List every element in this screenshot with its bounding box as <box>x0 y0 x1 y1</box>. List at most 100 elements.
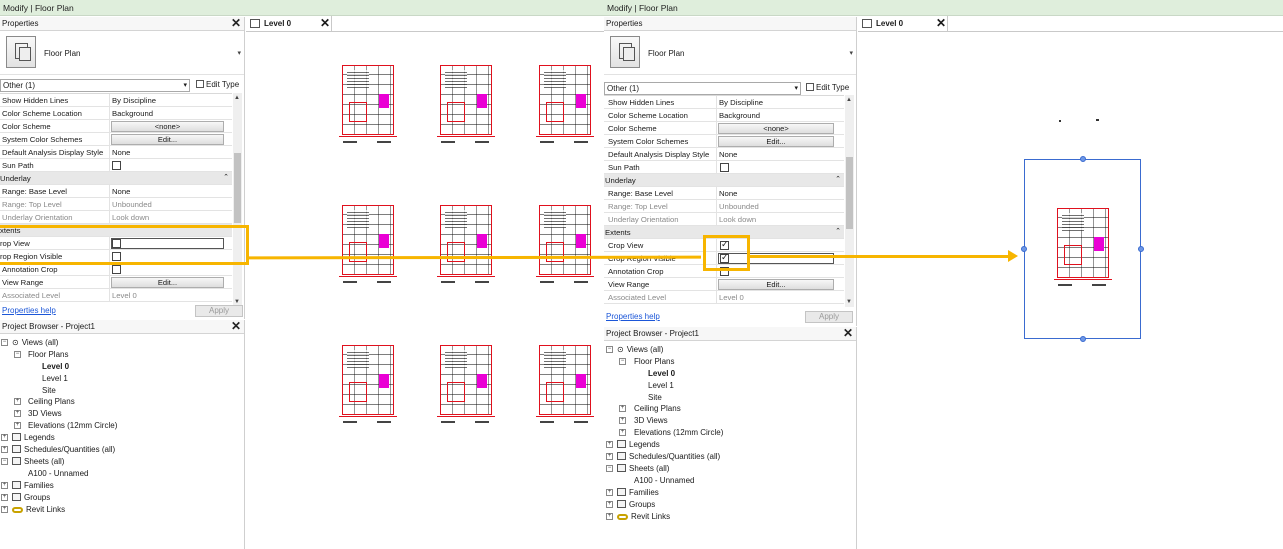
type-selector[interactable]: Floor Plan ▾ <box>0 31 244 75</box>
tree-groups[interactable]: Groups <box>12 493 50 502</box>
section-underlay[interactable]: Underlay ⌃ <box>604 174 844 187</box>
tree-legends[interactable]: Legends <box>12 433 55 442</box>
expand-toggle[interactable]: + <box>1 506 8 513</box>
properties-scrollbar[interactable]: ▲ ▼ <box>233 93 242 307</box>
collapse-icon[interactable]: ⌃ <box>835 227 841 235</box>
prop-value[interactable]: None <box>112 148 130 157</box>
prop-value[interactable]: None <box>719 150 737 159</box>
annotation-crop-checkbox[interactable] <box>112 265 121 274</box>
expand-toggle[interactable]: + <box>606 441 613 448</box>
view-range-edit-button[interactable]: Edit... <box>718 279 834 290</box>
tree-level-1[interactable]: Level 1 <box>42 374 68 383</box>
tab-level-0[interactable]: Level 0 ✕ <box>246 16 332 32</box>
apply-button[interactable]: Apply <box>195 305 243 317</box>
tree-3d-views[interactable]: 3D Views <box>634 416 668 425</box>
system-color-schemes-edit-button[interactable]: Edit... <box>718 136 834 147</box>
tree-families[interactable]: Families <box>12 481 54 490</box>
tree-level-1[interactable]: Level 1 <box>648 381 674 390</box>
expand-toggle[interactable]: + <box>1 482 8 489</box>
properties-scrollbar[interactable]: ▲ ▼ <box>845 95 854 307</box>
tree-views[interactable]: ⊙ Views (all) <box>617 345 663 354</box>
expand-toggle[interactable]: + <box>606 513 613 520</box>
collapse-toggle[interactable]: − <box>606 465 613 472</box>
properties-help-link[interactable]: Properties help <box>2 306 56 315</box>
chevron-down-icon[interactable]: ▾ <box>849 49 853 57</box>
expand-toggle[interactable]: + <box>1 434 8 441</box>
close-icon[interactable]: ✕ <box>843 327 853 340</box>
prop-value[interactable]: None <box>112 187 130 196</box>
collapse-icon[interactable]: ⌃ <box>835 175 841 183</box>
crop-grip[interactable] <box>1080 156 1086 162</box>
tree-site[interactable]: Site <box>648 393 662 402</box>
tree-site[interactable]: Site <box>42 386 56 395</box>
system-color-schemes-edit-button[interactable]: Edit... <box>111 134 224 145</box>
tree-3d-views[interactable]: 3D Views <box>28 409 62 418</box>
tree-level-0[interactable]: Level 0 <box>648 369 675 378</box>
collapse-icon[interactable]: ⌃ <box>223 173 229 181</box>
tree-schedules[interactable]: Schedules/Quantities (all) <box>617 452 720 461</box>
expand-toggle[interactable]: + <box>619 429 626 436</box>
expand-toggle[interactable]: + <box>606 453 613 460</box>
sun-path-checkbox[interactable] <box>720 163 729 172</box>
tree-level-0[interactable]: Level 0 <box>42 362 69 371</box>
prop-value[interactable]: By Discipline <box>112 96 156 105</box>
tab-level-0[interactable]: Level 0 ✕ <box>858 16 948 32</box>
close-icon[interactable]: ✕ <box>936 16 946 30</box>
view-range-edit-button[interactable]: Edit... <box>111 277 224 288</box>
tree-sheets[interactable]: Sheets (all) <box>12 457 64 466</box>
prop-value[interactable]: Background <box>719 111 760 120</box>
tree-sheet-a100[interactable]: A100 - Unnamed <box>634 476 694 485</box>
expand-toggle[interactable]: + <box>1 494 8 501</box>
tree-schedules[interactable]: Schedules/Quantities (all) <box>12 445 115 454</box>
edit-type-button[interactable]: Edit Type <box>196 80 239 89</box>
apply-button[interactable]: Apply <box>805 311 853 323</box>
tree-elevations[interactable]: Elevations (12mm Circle) <box>634 428 723 437</box>
prop-value[interactable]: By Discipline <box>719 98 763 107</box>
expand-toggle[interactable]: + <box>606 501 613 508</box>
tree-ceiling-plans[interactable]: Ceiling Plans <box>634 404 681 413</box>
tree-groups[interactable]: Groups <box>617 500 655 509</box>
scroll-thumb[interactable] <box>234 153 241 223</box>
crop-grip[interactable] <box>1080 336 1086 342</box>
collapse-toggle[interactable]: − <box>1 339 8 346</box>
drawing-canvas[interactable] <box>858 33 1283 549</box>
tree-families[interactable]: Families <box>617 488 659 497</box>
prop-value[interactable]: Background <box>112 109 153 118</box>
scroll-up-icon[interactable]: ▲ <box>234 95 240 101</box>
tree-ceiling-plans[interactable]: Ceiling Plans <box>28 397 75 406</box>
chevron-down-icon[interactable]: ▾ <box>237 49 241 57</box>
scroll-down-icon[interactable]: ▼ <box>846 299 852 305</box>
tree-legends[interactable]: Legends <box>617 440 660 449</box>
section-underlay[interactable]: Underlay ⌃ <box>0 172 232 185</box>
color-scheme-button[interactable]: <none> <box>111 121 224 132</box>
scroll-thumb[interactable] <box>846 157 853 229</box>
expand-toggle[interactable]: + <box>606 489 613 496</box>
close-icon[interactable]: ✕ <box>231 320 241 333</box>
tree-revit-links[interactable]: Revit Links <box>12 505 65 514</box>
close-icon[interactable]: ✕ <box>231 17 241 30</box>
drawing-canvas[interactable] <box>246 33 604 549</box>
close-icon[interactable]: ✕ <box>320 16 330 30</box>
expand-toggle[interactable]: + <box>619 405 626 412</box>
properties-help-link[interactable]: Properties help <box>606 312 660 321</box>
instance-filter-select[interactable]: Other (1) ▾ <box>0 79 190 92</box>
color-scheme-button[interactable]: <none> <box>718 123 834 134</box>
type-selector[interactable]: Floor Plan ▾ <box>604 31 856 75</box>
instance-filter-select[interactable]: Other (1) ▾ <box>604 82 801 95</box>
expand-toggle[interactable]: + <box>14 398 21 405</box>
sun-path-checkbox[interactable] <box>112 161 121 170</box>
collapse-toggle[interactable]: − <box>606 346 613 353</box>
expand-toggle[interactable]: + <box>1 446 8 453</box>
prop-value[interactable]: None <box>719 189 737 198</box>
collapse-toggle[interactable]: − <box>1 458 8 465</box>
collapse-toggle[interactable]: − <box>619 358 626 365</box>
crop-grip[interactable] <box>1021 246 1027 252</box>
crop-grip[interactable] <box>1138 246 1144 252</box>
expand-toggle[interactable]: + <box>14 410 21 417</box>
tree-floor-plans[interactable]: Floor Plans <box>634 357 674 366</box>
expand-toggle[interactable]: + <box>14 422 21 429</box>
tree-revit-links[interactable]: Revit Links <box>617 512 670 521</box>
edit-type-button[interactable]: Edit Type <box>806 83 849 92</box>
collapse-toggle[interactable]: − <box>14 351 21 358</box>
expand-toggle[interactable]: + <box>619 417 626 424</box>
